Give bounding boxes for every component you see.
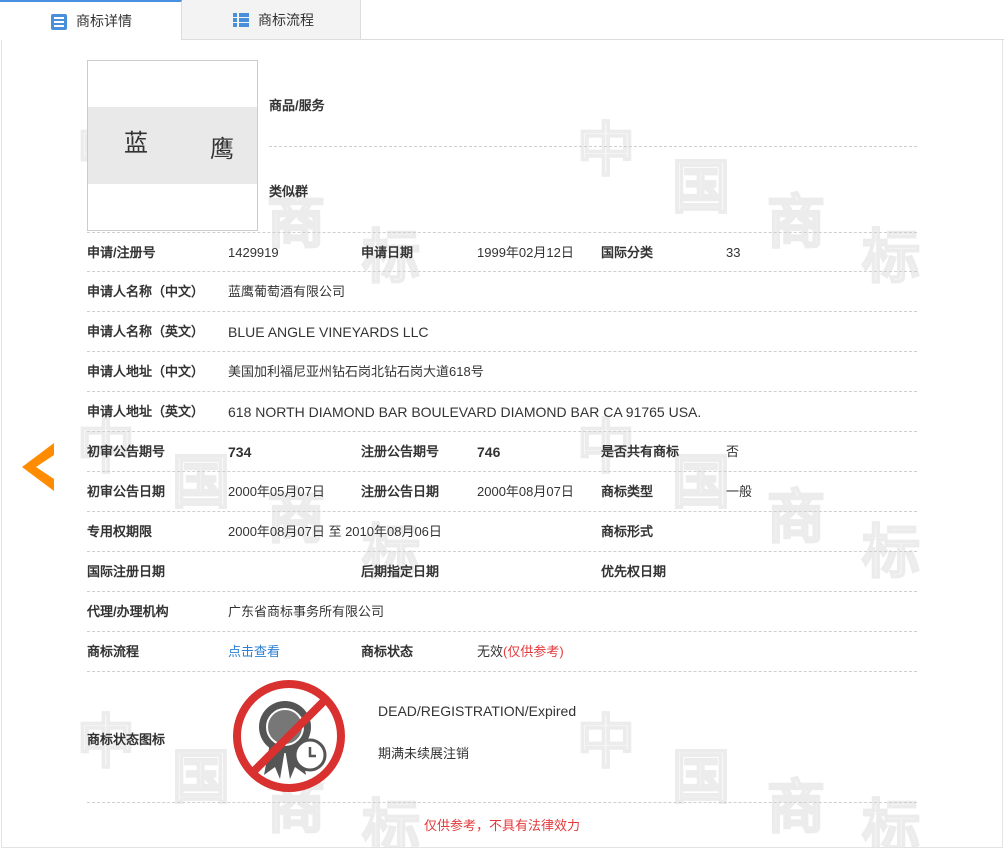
field-label: 商标形式 [601,524,654,539]
table-row: 申请人名称（英文） BLUE ANGLE VINEYARDS LLC [87,312,917,352]
applicant-name-en: BLUE ANGLE VINEYARDS LLC [228,324,429,340]
trademark-image: 蓝 鹰 [87,60,258,231]
applicant-address-en: 618 NORTH DIAMOND BAR BOULEVARD DIAMOND … [228,404,702,420]
table-row: 申请人地址（英文） 618 NORTH DIAMOND BAR BOULEVAR… [87,392,917,432]
trademark-char: 鹰 [210,135,234,163]
field-label: 商标类型 [601,484,654,499]
field-label: 初审公告日期 [87,484,166,499]
international-class: 33 [726,245,741,260]
grid-list-icon [233,13,249,27]
field-label: 代理/办理机构 [87,604,169,619]
shared-trademark: 否 [726,444,740,459]
applicant-name-cn: 蓝鹰葡萄酒有限公司 [228,284,346,299]
table-row: 初审公告日期 2000年05月07日 注册公告日期 2000年08月07日 商标… [87,472,917,512]
disclaimer: 仅供参考，不具有法律效力 [423,818,580,833]
field-label: 申请日期 [361,245,414,260]
application-date: 1999年02月12日 [477,245,574,260]
field-label: 申请人名称（中文） [87,284,205,299]
field-label: 申请人地址（中文） [87,364,205,379]
table-row: 申请人名称（中文） 蓝鹰葡萄酒有限公司 [87,272,917,312]
field-label: 专用权期限 [87,524,153,539]
tab-label: 商标详情 [76,13,132,29]
registration-number: 1429919 [228,245,279,260]
tab-bar: 商标详情 商标流程 [0,0,1004,40]
preliminary-gazette-date: 2000年05月07日 [228,484,325,499]
field-label: 注册公告期号 [361,444,440,459]
trademark-status: 无效(仅供参考) [477,632,564,672]
field-label: 商标状态图标 [87,732,166,747]
trademark-type: 一般 [726,484,753,499]
registration-gazette-number: 746 [477,444,501,460]
field-label: 优先权日期 [601,564,667,579]
previous-arrow-icon[interactable] [22,443,56,491]
field-label: 商标流程 [87,644,140,659]
table-row: 国际注册日期 后期指定日期 优先权日期 [87,552,917,592]
similar-group-label: 类似群 [269,184,309,199]
table-row: 专用权期限 2000年08月07日 至 2010年08月06日 商标形式 [87,512,917,552]
status-english: DEAD/REGISTRATION/Expired [378,703,577,719]
field-label: 国际分类 [601,245,654,260]
table-row: 初审公告期号 734 注册公告期号 746 是否共有商标 否 [87,432,917,472]
status-note: (仅供参考) [503,644,564,659]
table-row: 代理/办理机构 广东省商标事务所有限公司 [87,592,917,632]
expired-status-icon [233,680,345,792]
field-label: 申请/注册号 [87,245,156,260]
field-label: 商标状态 [361,644,414,659]
table-row: 商标流程 点击查看 商标状态 无效(仅供参考) [87,632,917,672]
status-icon-row: 商标状态图标 DEAD/REGISTRATION/Expired 期满未续展注销 [87,672,917,803]
field-label: 申请人地址（英文） [87,404,205,419]
field-label: 初审公告期号 [87,444,166,459]
status-value: 无效 [477,644,504,659]
field-label: 注册公告日期 [361,484,440,499]
divider [269,146,917,147]
agent-organization: 广东省商标事务所有限公司 [228,604,385,619]
document-list-icon [51,14,67,30]
table-row: 申请人地址（中文） 美国加利福尼亚州钻石岗北钻石岗大道618号 [87,352,917,392]
field-label: 后期指定日期 [361,564,440,579]
status-chinese: 期满未续展注销 [378,746,470,761]
tab-label: 商标流程 [258,11,314,28]
trademark-char: 蓝 [124,129,148,157]
exclusive-right-period: 2000年08月07日 至 2010年08月06日 [228,524,442,539]
view-flow-link[interactable]: 点击查看 [228,632,280,672]
field-label: 国际注册日期 [87,564,166,579]
field-label: 是否共有商标 [601,444,680,459]
table-row: 申请/注册号 1429919 申请日期 1999年02月12日 国际分类 33 [87,232,917,272]
tab-trademark-flow[interactable]: 商标流程 [182,0,361,40]
goods-services-label: 商品/服务 [269,98,325,113]
field-label: 申请人名称（英文） [87,324,205,339]
preliminary-gazette-number: 734 [228,444,252,460]
tab-trademark-detail[interactable]: 商标详情 [0,0,182,40]
registration-gazette-date: 2000年08月07日 [477,484,574,499]
applicant-address-cn: 美国加利福尼亚州钻石岗北钻石岗大道618号 [228,364,484,379]
